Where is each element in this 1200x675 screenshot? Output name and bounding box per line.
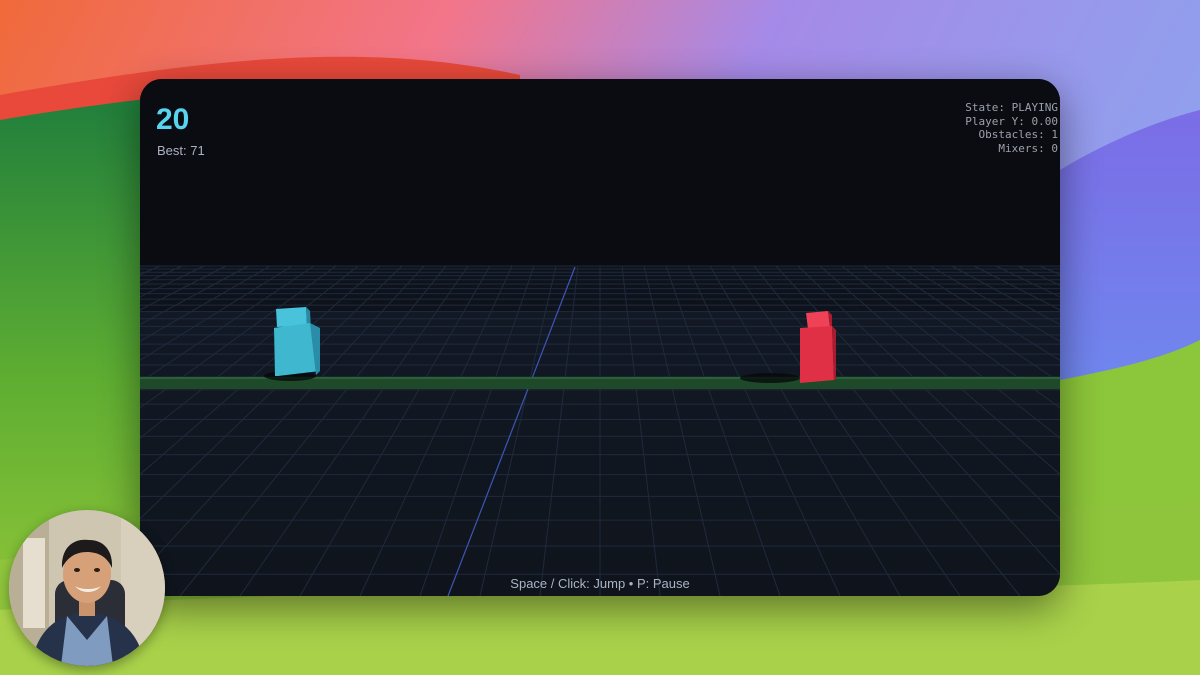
obstacle-shadow (740, 373, 800, 383)
debug-obstacles: Obstacles: 1 (978, 128, 1058, 141)
game-canvas[interactable] (140, 79, 1060, 596)
debug-state: State: PLAYING (965, 101, 1058, 114)
debug-panel: State: PLAYING Player Y: 0.00 Obstacles:… (965, 101, 1058, 155)
debug-mixers: Mixers: 0 (998, 141, 1058, 155)
score-counter: 20 (156, 103, 190, 136)
game-window[interactable]: 20 Best: 71 State: PLAYING Player Y: 0.0… (140, 79, 1060, 596)
debug-player-y: Player Y: 0.00 (965, 114, 1058, 128)
controls-hint: Space / Click: Jump • P: Pause (510, 576, 690, 591)
sky (140, 79, 1060, 266)
best-score: Best: 71 (157, 143, 205, 158)
webcam-overlay (9, 510, 165, 666)
